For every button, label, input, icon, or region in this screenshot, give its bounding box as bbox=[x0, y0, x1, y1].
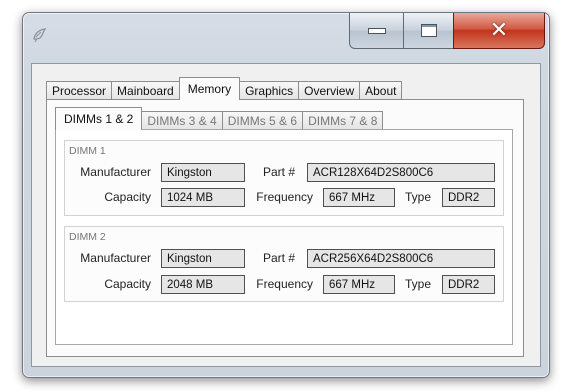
dimm-tab-bar: DIMMs 1 & 2 DIMMs 3 & 4 DIMMs 5 & 6 DIMM… bbox=[55, 107, 384, 130]
tab-about[interactable]: About bbox=[359, 81, 403, 100]
dimm-1-group: DIMM 1 Manufacturer Kingston Part # ACR1… bbox=[64, 140, 504, 216]
capacity-label: Capacity bbox=[104, 277, 151, 291]
frequency-label: Frequency bbox=[256, 190, 313, 204]
tab-dimms-3-4[interactable]: DIMMs 3 & 4 bbox=[141, 111, 223, 130]
dimm-1-frequency-field: 667 MHz bbox=[323, 188, 395, 207]
type-label: Type bbox=[404, 190, 431, 204]
minimize-icon bbox=[367, 27, 386, 34]
dimm-2-part-field: ACR256X64D2S800C6 bbox=[307, 249, 495, 268]
dimm-2-group: DIMM 2 Manufacturer Kingston Part # ACR2… bbox=[64, 226, 504, 302]
type-label: Type bbox=[404, 277, 431, 291]
dimm-1-manufacturer-field: Kingston bbox=[161, 163, 245, 182]
tab-dimms-5-6[interactable]: DIMMs 5 & 6 bbox=[221, 111, 304, 130]
close-icon: ✕ bbox=[489, 17, 509, 43]
tab-processor[interactable]: Processor bbox=[46, 81, 113, 100]
tab-dimms-1-2[interactable]: DIMMs 1 & 2 bbox=[55, 107, 143, 130]
maximize-icon bbox=[420, 24, 437, 37]
dimm-1-part-field: ACR128X64D2S800C6 bbox=[307, 163, 495, 182]
maximize-button[interactable] bbox=[403, 13, 453, 49]
app-icon bbox=[33, 28, 47, 43]
tab-graphics[interactable]: Graphics bbox=[239, 81, 300, 100]
part-label: Part # bbox=[262, 165, 295, 179]
memory-tab-panel: DIMMs 1 & 2 DIMMs 3 & 4 DIMMs 5 & 6 DIMM… bbox=[46, 99, 524, 357]
dimm-1-type-field: DDR2 bbox=[442, 188, 495, 207]
tab-dimms-7-8[interactable]: DIMMs 7 & 8 bbox=[302, 111, 384, 130]
close-button[interactable]: ✕ bbox=[453, 13, 545, 49]
capacity-label: Capacity bbox=[104, 190, 151, 204]
app-window: ✕ Processor Mainboard Memory Graphics Ov… bbox=[22, 12, 550, 378]
group-title: DIMM 2 bbox=[69, 231, 106, 243]
frequency-label: Frequency bbox=[256, 277, 313, 291]
group-title: DIMM 1 bbox=[69, 145, 106, 157]
caption-buttons: ✕ bbox=[349, 13, 545, 51]
tab-mainboard[interactable]: Mainboard bbox=[111, 81, 180, 100]
dimm-1-capacity-field: 1024 MB bbox=[161, 188, 245, 207]
manufacturer-label: Manufacturer bbox=[80, 251, 151, 265]
main-tab-bar: Processor Mainboard Memory Graphics Over… bbox=[46, 77, 403, 100]
dimm-2-manufacturer-field: Kingston bbox=[161, 249, 245, 268]
client-area: Processor Mainboard Memory Graphics Over… bbox=[31, 63, 541, 367]
minimize-button[interactable] bbox=[349, 13, 403, 49]
dimm-2-capacity-field: 2048 MB bbox=[161, 275, 245, 294]
dimm-2-type-field: DDR2 bbox=[442, 275, 495, 294]
tab-memory[interactable]: Memory bbox=[178, 77, 241, 100]
dimm-2-frequency-field: 667 MHz bbox=[323, 275, 395, 294]
manufacturer-label: Manufacturer bbox=[80, 165, 151, 179]
dimm-tab-panel: DIMM 1 Manufacturer Kingston Part # ACR1… bbox=[55, 129, 513, 345]
part-label: Part # bbox=[262, 251, 295, 265]
tab-overview[interactable]: Overview bbox=[298, 81, 361, 100]
